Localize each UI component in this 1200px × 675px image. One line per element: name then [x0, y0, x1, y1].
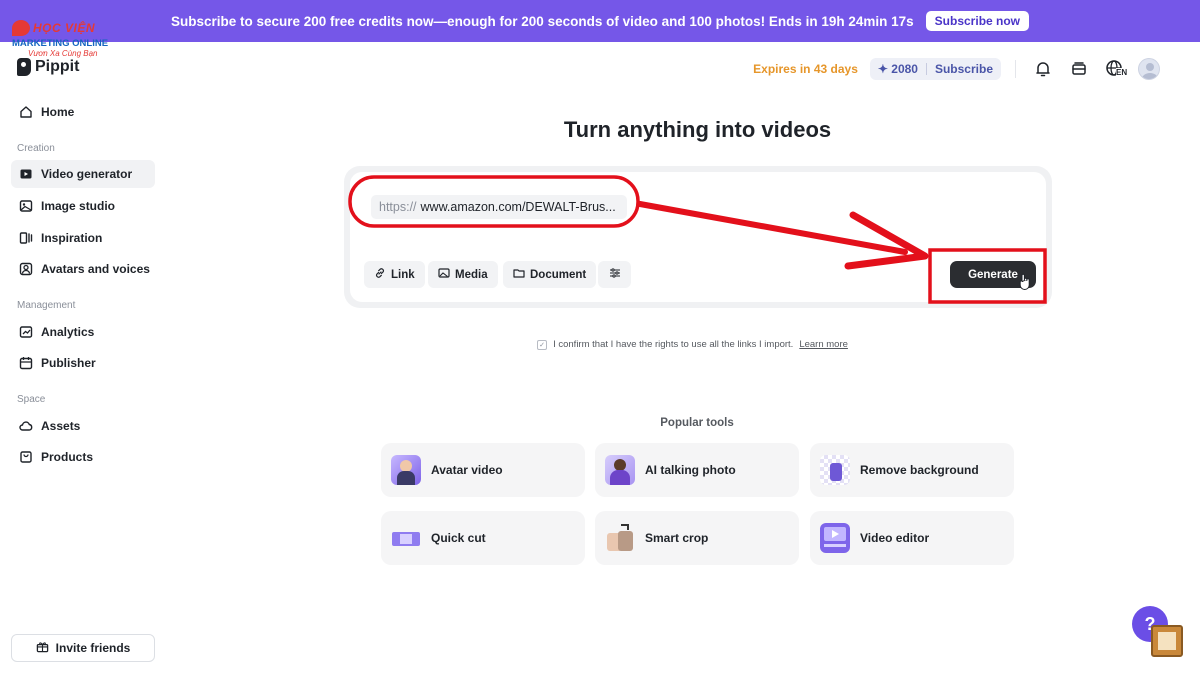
quick-cut-thumbnail: [391, 523, 421, 553]
avatar[interactable]: [1138, 58, 1160, 80]
analytics-icon: [19, 325, 33, 339]
tool-ai-talking-photo[interactable]: AI talking photo: [595, 443, 799, 497]
link-label: Link: [391, 268, 415, 281]
confirm-text: I confirm that I have the rights to use …: [553, 339, 794, 350]
video-thumbnail-widget[interactable]: [1151, 625, 1183, 657]
tool-label: Remove background: [860, 463, 979, 477]
remove-background-thumbnail: [820, 455, 850, 485]
credits-divider: [925, 63, 927, 75]
sliders-icon: [609, 267, 621, 282]
url-prefix: https://: [379, 200, 417, 214]
avatar-voice-icon: [19, 262, 33, 276]
page-title: Turn anything into videos: [563, 117, 832, 142]
sidebar-label-analytics: Analytics: [41, 325, 95, 339]
smart-crop-thumbnail: [605, 523, 635, 553]
cursor-hand-icon: [1018, 273, 1032, 296]
document-label: Document: [530, 268, 587, 281]
subscribe-now-button[interactable]: Subscribe now: [925, 11, 1030, 31]
generator-input-area[interactable]: https:// www.amazon.com/DEWALT-Brus... L…: [350, 172, 1046, 302]
document-button[interactable]: Document: [503, 261, 597, 288]
talking-photo-thumbnail: [605, 455, 635, 485]
product-box-icon: [19, 450, 33, 464]
promo-banner: Subscribe to secure 200 free credits now…: [0, 0, 1200, 42]
watermark-line3: Vươn Xa Cùng Bạn: [28, 48, 98, 58]
tool-remove-background[interactable]: Remove background: [810, 443, 1014, 497]
invite-friends-label: Invite friends: [55, 641, 131, 655]
watermark-line2: MARKETING ONLINE: [12, 38, 109, 49]
tool-label: AI talking photo: [645, 463, 736, 477]
sidebar-section-creation: Creation: [17, 143, 55, 154]
sidebar-label-products: Products: [41, 450, 94, 464]
bell-icon[interactable]: [1030, 58, 1056, 80]
tool-label: Avatar video: [431, 463, 503, 477]
calendar-icon: [19, 356, 33, 370]
sidebar-item-publisher[interactable]: Publisher: [11, 349, 155, 377]
tool-video-editor[interactable]: Video editor: [810, 511, 1014, 565]
pippit-logo-icon: [17, 58, 31, 76]
brand-logo[interactable]: Pippit: [17, 58, 79, 76]
tool-label: Smart crop: [645, 531, 709, 545]
language-label: EN: [1116, 68, 1128, 77]
tool-label: Video editor: [860, 531, 930, 545]
watermark-line1: HỌC VIỆN: [33, 21, 96, 35]
settings-button[interactable]: [598, 261, 631, 288]
promo-text: Subscribe to secure 200 free credits now…: [170, 13, 914, 29]
credits-count: ✦ 2080: [877, 62, 918, 76]
sidebar-item-inspiration[interactable]: Inspiration: [11, 224, 155, 252]
watermark-mark-icon: [12, 20, 30, 36]
subscribe-link[interactable]: Subscribe: [935, 62, 993, 76]
tool-quick-cut[interactable]: Quick cut: [381, 511, 585, 565]
tool-smart-crop[interactable]: Smart crop: [595, 511, 799, 565]
sidebar-item-products[interactable]: Products: [11, 443, 155, 471]
media-button[interactable]: Media: [428, 261, 498, 288]
brand-name: Pippit: [35, 58, 80, 75]
link-icon: [374, 267, 386, 282]
confirm-checkbox[interactable]: ✓: [537, 339, 548, 350]
sidebar-section-space: Space: [17, 394, 46, 405]
sidebar-label-video-generator: Video generator: [41, 167, 133, 181]
image-icon: [19, 199, 33, 213]
generator-card: https:// www.amazon.com/DEWALT-Brus... L…: [344, 166, 1052, 308]
inspiration-icon: [19, 231, 33, 245]
link-button[interactable]: Link: [364, 261, 425, 288]
invite-friends-button[interactable]: Invite friends: [11, 634, 155, 662]
rights-confirmation: ✓ I confirm that I have the rights to us…: [0, 339, 1200, 350]
url-input[interactable]: https:// www.amazon.com/DEWALT-Brus...: [371, 195, 627, 219]
sidebar-item-image-studio[interactable]: Image studio: [11, 192, 155, 220]
popular-tools-heading: Popular tools: [660, 417, 734, 429]
sidebar-label-inspiration: Inspiration: [41, 231, 103, 245]
folder-icon: [513, 267, 525, 282]
generate-label: Generate: [968, 268, 1018, 281]
annotation-overlay: [348, 175, 1047, 304]
sidebar-label-publisher: Publisher: [41, 356, 96, 370]
media-icon: [438, 267, 450, 282]
expires-label: Expires in 43 days: [753, 62, 858, 76]
sidebar-label-avatars-voices: Avatars and voices: [41, 262, 150, 276]
video-editor-thumbnail: [820, 523, 850, 553]
toolbar-divider: [1015, 60, 1016, 78]
learn-more-link[interactable]: Learn more: [799, 339, 848, 350]
inbox-icon[interactable]: [1066, 58, 1092, 80]
tool-avatar-video[interactable]: Avatar video: [381, 443, 585, 497]
sidebar-item-video-generator[interactable]: Video generator: [11, 160, 155, 188]
watermark-logo: HỌC VIỆN MARKETING ONLINE Vươn Xa Cùng B…: [12, 20, 124, 58]
video-generator-icon: [19, 167, 33, 181]
url-value: www.amazon.com/DEWALT-Brus...: [420, 200, 616, 214]
globe-icon[interactable]: EN: [1102, 58, 1128, 80]
top-toolbar: Expires in 43 days ✦ 2080 Subscribe EN: [753, 58, 1160, 80]
gift-icon: [36, 640, 49, 656]
tool-label: Quick cut: [431, 531, 486, 545]
media-label: Media: [455, 268, 488, 281]
sidebar-item-avatars-voices[interactable]: Avatars and voices: [11, 255, 155, 283]
sidebar-section-management: Management: [17, 300, 76, 311]
sidebar-label-image-studio: Image studio: [41, 199, 116, 213]
credits-pill[interactable]: ✦ 2080 Subscribe: [869, 58, 1001, 80]
avatar-video-thumbnail: [391, 455, 421, 485]
